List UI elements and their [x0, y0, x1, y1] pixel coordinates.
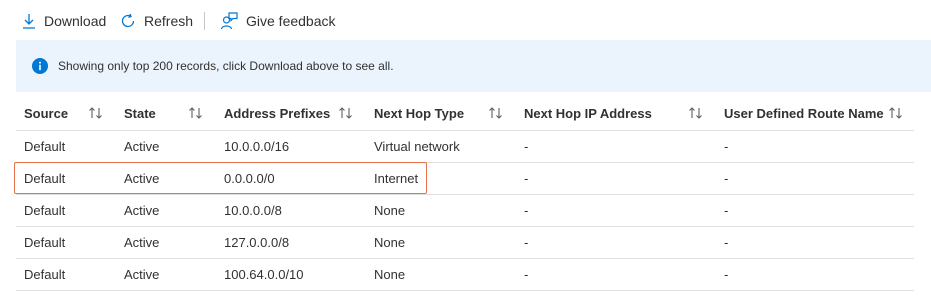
- cell-next-hop-type: Virtual network: [374, 139, 460, 154]
- cell-next-hop-ip: -: [524, 235, 529, 250]
- download-icon: [22, 13, 36, 29]
- cell-next-hop-type: None: [374, 267, 406, 282]
- cell-udr-name: -: [724, 203, 729, 218]
- download-label: Download: [44, 13, 107, 29]
- refresh-icon: [120, 13, 136, 29]
- sort-icon[interactable]: [188, 106, 204, 120]
- info-icon: [32, 58, 48, 74]
- sort-icon[interactable]: [688, 106, 704, 120]
- cell-source: Default: [24, 171, 66, 186]
- table-row[interactable]: Default Active 10.0.0.0/8 None - -: [16, 195, 914, 227]
- cell-address-prefix: 0.0.0.0/0: [224, 171, 275, 186]
- info-banner: Showing only top 200 records, click Down…: [16, 40, 931, 92]
- column-header-udr-name[interactable]: User Defined Route Name: [724, 96, 884, 130]
- cell-address-prefix: 10.0.0.0/8: [224, 203, 282, 218]
- sort-icon[interactable]: [338, 106, 354, 120]
- cell-state: Active: [124, 171, 160, 186]
- table-row[interactable]: Default Active 127.0.0.0/8 None - -: [16, 227, 914, 259]
- sort-icon[interactable]: [488, 106, 504, 120]
- cell-state: Active: [124, 139, 160, 154]
- cell-udr-name: -: [724, 235, 729, 250]
- cell-next-hop-ip: -: [524, 203, 529, 218]
- refresh-button[interactable]: Refresh: [120, 9, 193, 33]
- cell-udr-name: -: [724, 171, 729, 186]
- column-header-next-hop-type[interactable]: Next Hop Type: [374, 96, 464, 130]
- sort-icon[interactable]: [888, 106, 904, 120]
- column-header-next-hop-ip[interactable]: Next Hop IP Address: [524, 96, 652, 130]
- cell-source: Default: [24, 235, 66, 250]
- cell-udr-name: -: [724, 139, 729, 154]
- toolbar-divider: [204, 12, 205, 30]
- cell-address-prefix: 127.0.0.0/8: [224, 235, 290, 250]
- refresh-label: Refresh: [144, 13, 194, 29]
- cell-state: Active: [124, 203, 160, 218]
- table-header: Source State Address Prefixes Next Hop T…: [16, 96, 914, 131]
- column-header-source[interactable]: Source: [24, 96, 68, 130]
- cell-next-hop-ip: -: [524, 171, 529, 186]
- feedback-icon: [220, 12, 238, 30]
- cell-state: Active: [124, 235, 160, 250]
- column-header-state[interactable]: State: [124, 96, 156, 130]
- cell-source: Default: [24, 203, 66, 218]
- table-row[interactable]: Default Active 10.0.0.0/16 Virtual netwo…: [16, 131, 914, 163]
- banner-message: Showing only top 200 records, click Down…: [58, 59, 394, 73]
- table-row[interactable]: Default Active 0.0.0.0/0 Internet - -: [16, 163, 914, 195]
- feedback-label: Give feedback: [246, 13, 336, 29]
- cell-next-hop-type: Internet: [374, 171, 419, 186]
- cell-next-hop-type: None: [374, 235, 406, 250]
- cell-next-hop-ip: -: [524, 139, 529, 154]
- table-row[interactable]: Default Active 100.64.0.0/10 None - -: [16, 259, 914, 291]
- cell-address-prefix: 10.0.0.0/16: [224, 139, 290, 154]
- cell-source: Default: [24, 139, 66, 154]
- cell-address-prefix: 100.64.0.0/10: [224, 267, 304, 282]
- cell-udr-name: -: [724, 267, 729, 282]
- sort-icon[interactable]: [88, 106, 104, 120]
- command-bar: Download Refresh Give feedback: [0, 0, 931, 40]
- download-button[interactable]: Download: [22, 9, 106, 33]
- column-header-address-prefixes[interactable]: Address Prefixes: [224, 96, 330, 130]
- cell-next-hop-ip: -: [524, 267, 529, 282]
- cell-next-hop-type: None: [374, 203, 406, 218]
- cell-source: Default: [24, 267, 66, 282]
- cell-state: Active: [124, 267, 160, 282]
- give-feedback-button[interactable]: Give feedback: [220, 9, 336, 33]
